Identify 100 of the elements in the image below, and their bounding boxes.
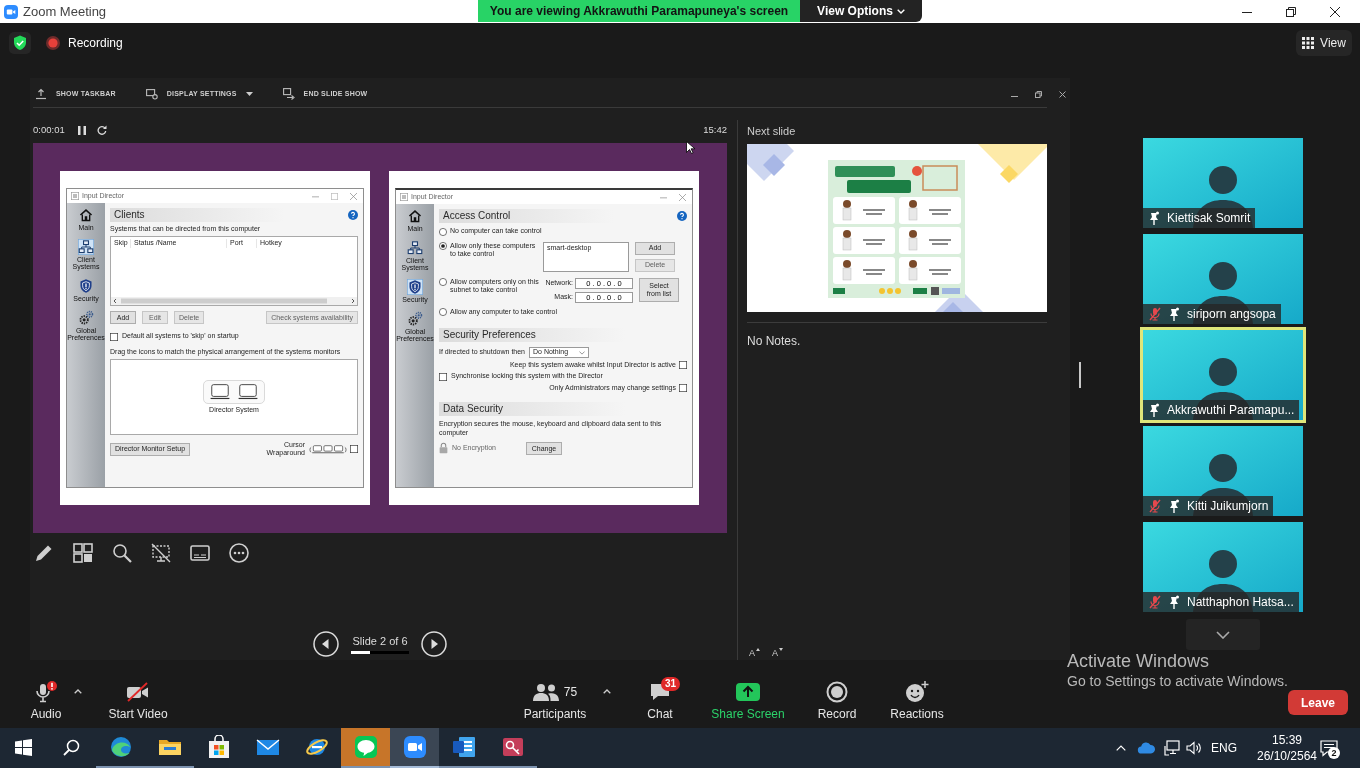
notes-text: No Notes. <box>747 334 802 348</box>
slides-grid-icon[interactable] <box>73 543 93 563</box>
network-computers-icon <box>407 239 423 256</box>
increase-font-button[interactable]: A <box>749 648 760 658</box>
audio-button[interactable]: Audio <box>16 681 76 723</box>
participant-name: Kiettisak Somrit <box>1167 212 1251 224</box>
cloud-icon[interactable] <box>1137 742 1155 754</box>
monitor-icon <box>210 383 230 400</box>
checkbox[interactable] <box>350 445 358 454</box>
pin-icon <box>1149 211 1159 225</box>
wraparound-monitors-icon <box>309 443 347 455</box>
taskbar-arrow-icon <box>35 88 47 100</box>
network-computers-icon <box>78 238 94 255</box>
caret-up-icon[interactable] <box>74 689 82 694</box>
house-icon <box>407 208 423 224</box>
magnifier-icon[interactable] <box>112 543 132 563</box>
shopping-bag-icon <box>206 735 231 759</box>
shield-icon <box>407 279 423 296</box>
pin-icon <box>1169 499 1179 513</box>
key-icon <box>500 735 525 759</box>
screen-share-notice: You are viewing Akkrawuthi Paramapuneya's screen <box>478 0 800 22</box>
taskbar-app-button[interactable] <box>390 728 439 768</box>
restart-icon[interactable] <box>96 125 107 135</box>
decrease-font-button[interactable]: A <box>772 648 784 658</box>
chevron-down-icon <box>896 8 905 14</box>
help-icon[interactable] <box>348 210 358 220</box>
radio-button[interactable] <box>439 242 447 250</box>
next-slide-icon[interactable] <box>421 631 447 657</box>
reactions-button[interactable]: Reactions <box>879 681 955 723</box>
app-icon <box>71 192 79 200</box>
gears-icon <box>78 309 94 326</box>
resize-handle[interactable] <box>1079 362 1081 388</box>
leave-button[interactable]: Leave <box>1288 690 1348 715</box>
notification-icon[interactable] <box>1320 739 1338 757</box>
chevron-down-icon <box>579 350 585 355</box>
house-icon <box>78 207 94 223</box>
video-button[interactable]: Start Video <box>96 681 180 723</box>
participant-name: siriporn angsopa <box>1187 308 1276 320</box>
checkbox[interactable] <box>439 372 447 381</box>
recording-indicator[interactable]: Recording <box>46 34 123 52</box>
restore-icon[interactable] <box>1286 6 1296 17</box>
chat-bubble-icon <box>353 735 378 759</box>
screen-slash-icon[interactable] <box>151 543 171 563</box>
search-icon <box>62 738 80 756</box>
start-icon <box>14 738 32 756</box>
checkbox[interactable] <box>110 332 118 341</box>
clock-time[interactable]: 15:39 <box>1272 732 1302 748</box>
caret-down-icon <box>245 92 253 96</box>
pin-icon <box>1149 403 1159 417</box>
chevron-up-icon[interactable] <box>1116 745 1126 751</box>
mouse-cursor-icon <box>686 141 695 154</box>
padlock-icon <box>439 442 448 455</box>
checkbox[interactable] <box>679 383 687 392</box>
window-title: Zoom Meeting <box>23 5 107 18</box>
radio-button[interactable] <box>439 308 447 316</box>
checkbox[interactable] <box>679 361 687 370</box>
record-button[interactable]: Record <box>802 681 872 723</box>
document-icon <box>451 735 476 759</box>
caret-up-icon[interactable] <box>603 689 611 694</box>
radio-button[interactable] <box>439 227 447 236</box>
pin-icon <box>1169 307 1179 321</box>
restore-icon[interactable] <box>1035 90 1042 98</box>
previous-slide-icon[interactable] <box>313 631 339 657</box>
unread-badge: 31 <box>661 677 681 691</box>
caret-up-icon <box>756 648 760 651</box>
slideshow-exit-icon <box>282 88 295 100</box>
record-icon <box>826 681 848 703</box>
muted-microphone-icon <box>1149 595 1161 609</box>
system-tile[interactable] <box>203 379 265 404</box>
close-icon[interactable] <box>1059 90 1066 98</box>
language-indicator[interactable]: ENG <box>1211 739 1235 757</box>
slide-counter: Slide 2 of 6 <box>352 634 408 648</box>
more-options-icon[interactable] <box>229 543 249 563</box>
notification-count: 2 <box>1328 747 1340 759</box>
activation-title: Activate Windows <box>1067 650 1211 672</box>
horizontal-scrollbar[interactable] <box>111 297 357 306</box>
pause-icon[interactable] <box>77 125 86 135</box>
participants-button[interactable]: 75 Participants <box>515 681 595 723</box>
speaker-icon[interactable] <box>1186 740 1202 756</box>
subtitles-icon[interactable] <box>190 543 210 563</box>
participant-name: Kitti Juikumjorn <box>1187 500 1269 512</box>
shield-icon <box>78 278 94 295</box>
smiley-plus-icon <box>905 681 929 703</box>
radio-button[interactable] <box>439 278 447 286</box>
view-options-button[interactable]: View Options <box>800 0 922 22</box>
display-gear-icon <box>145 88 158 100</box>
close-icon[interactable] <box>1330 6 1340 17</box>
view-button[interactable]: View <box>1296 30 1352 56</box>
network-icon[interactable] <box>1164 740 1180 756</box>
next-slide-heading: Next slide <box>747 124 797 138</box>
pen-icon[interactable] <box>34 543 54 563</box>
security-shield-icon[interactable] <box>9 32 31 54</box>
gears-icon <box>407 310 423 327</box>
clock-date[interactable]: 26/10/2564 <box>1256 748 1318 764</box>
participant-name: Akkrawuthi Paramapu... <box>1167 404 1295 416</box>
help-icon[interactable] <box>677 211 687 221</box>
zoom-logo-icon <box>4 4 18 19</box>
caret-down-icon <box>779 648 784 651</box>
participant-name: Natthaphon Hatsa... <box>1187 596 1294 608</box>
share-screen-button[interactable]: Share Screen <box>703 681 793 723</box>
